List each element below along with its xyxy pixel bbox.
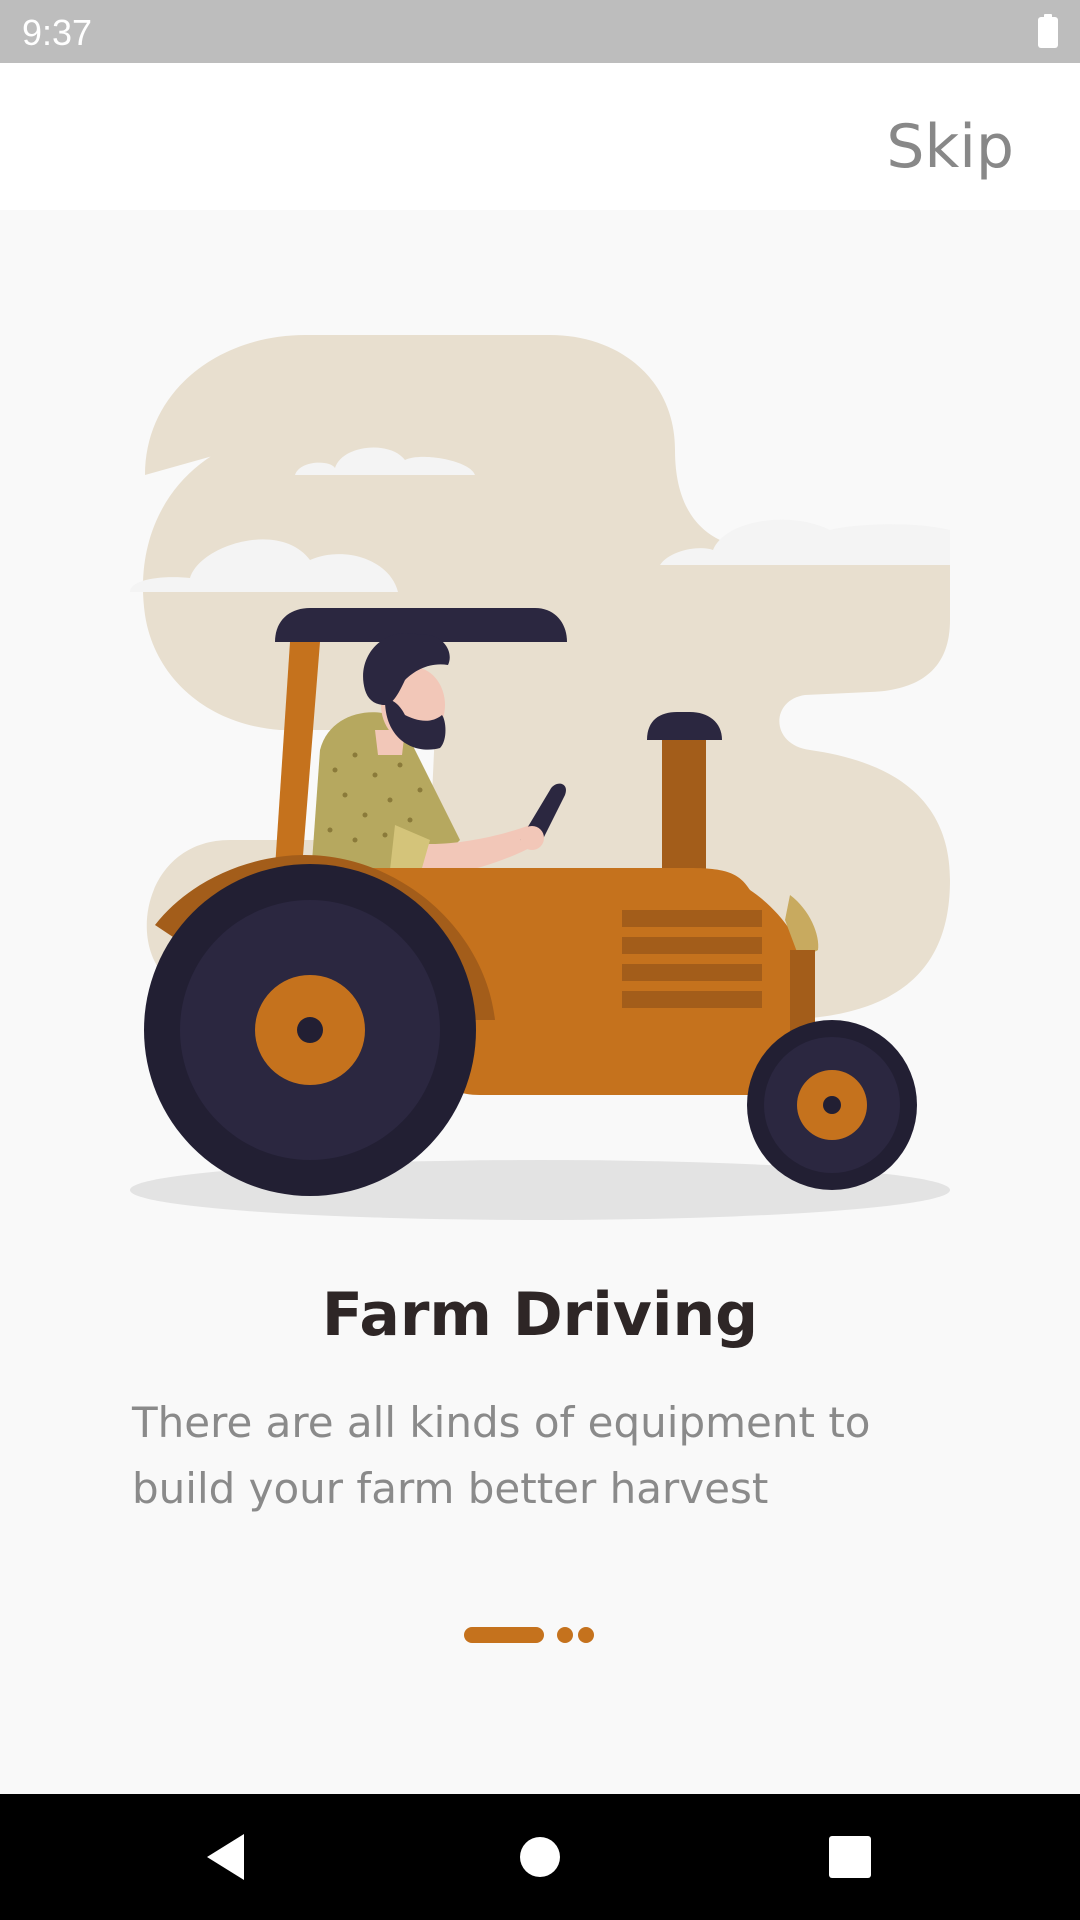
home-circle-icon[interactable] <box>507 1824 573 1890</box>
back-triangle-icon[interactable] <box>192 1824 258 1890</box>
page-indicator-dot <box>557 1627 573 1643</box>
battery-full-icon <box>1038 14 1058 48</box>
onboarding-page[interactable]: Farm Driving There are all kinds of equi… <box>0 210 1080 1794</box>
page-indicator-dot <box>578 1627 594 1643</box>
grille-slit <box>622 937 762 954</box>
status-bar: 9:37 <box>0 0 1080 63</box>
page-indicator <box>464 1627 599 1643</box>
app-bar: Skip <box>0 63 1080 210</box>
navigation-bar <box>0 1794 1080 1920</box>
tractor-exhaust <box>662 725 706 875</box>
recents-square-icon[interactable] <box>817 1824 883 1890</box>
rear-wheel-bolt <box>297 1017 323 1043</box>
skip-button[interactable]: Skip <box>886 117 1014 177</box>
grille-slit <box>622 910 762 927</box>
front-wheel-bolt <box>823 1096 841 1114</box>
tractor-driver-illustration <box>130 335 950 1220</box>
driver-hand <box>520 826 544 850</box>
page-indicator-active <box>464 1627 544 1643</box>
grille-slit <box>622 991 762 1008</box>
status-time: 9:37 <box>22 12 93 53</box>
onboarding-description: There are all kinds of equipment to buil… <box>132 1398 871 1513</box>
grille-slit <box>622 964 762 981</box>
onboarding-title: Farm Driving <box>321 1280 759 1350</box>
